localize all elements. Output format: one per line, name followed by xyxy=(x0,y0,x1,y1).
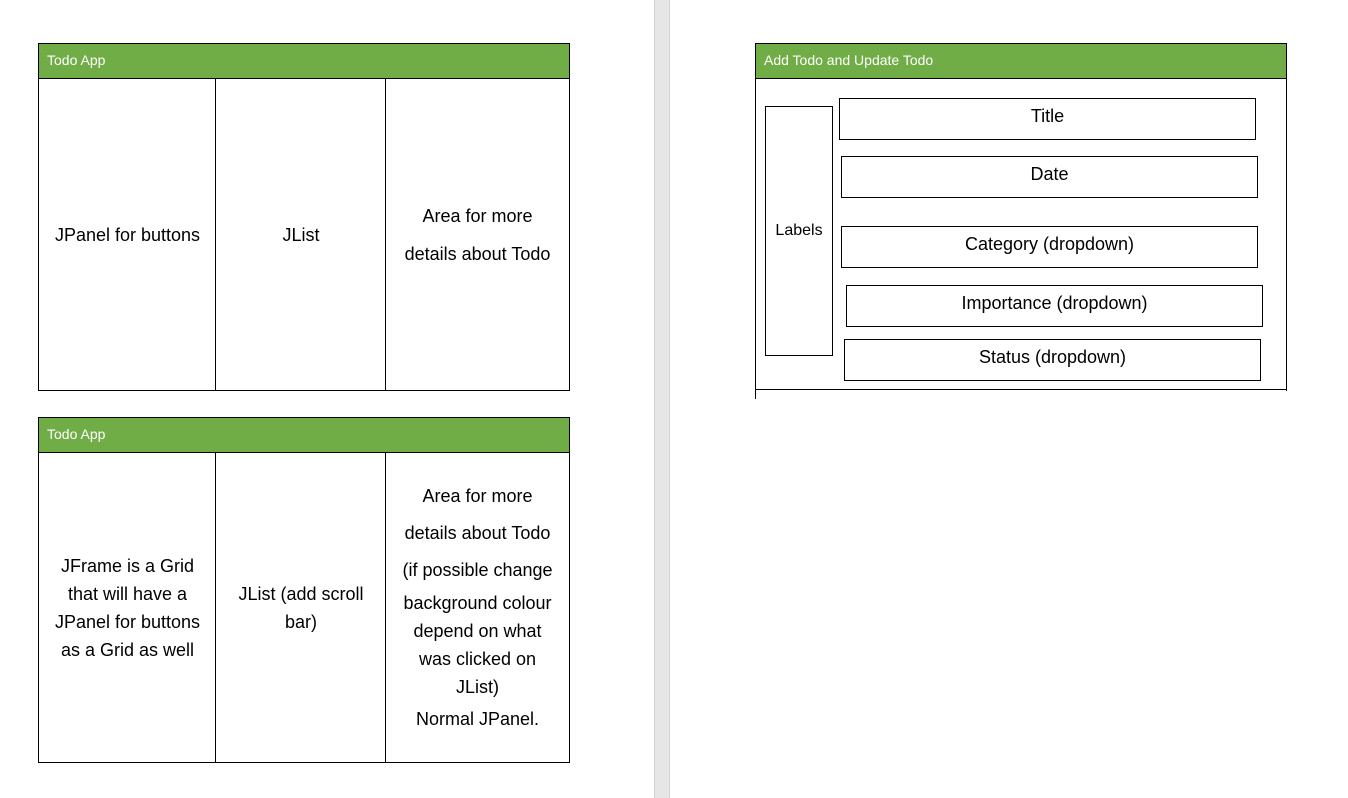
text-line: was clicked on xyxy=(418,648,537,669)
labels-text: Labels xyxy=(775,222,823,239)
date-field: Date xyxy=(841,156,1258,198)
title-field: Title xyxy=(839,98,1256,140)
text-line: details about Todo xyxy=(404,522,551,543)
todo-app-mockup-simple: Todo App JPanel for buttons JList Area f… xyxy=(38,43,570,391)
window-edge-tick xyxy=(755,390,756,399)
document-canvas: Todo App JPanel for buttons JList Area f… xyxy=(0,0,1348,798)
text-line: depend on what xyxy=(413,620,542,641)
text-line: (if possible change xyxy=(402,559,553,580)
todo-app-mockup-detailed: Todo App JFrame is a Grid that will have… xyxy=(38,417,570,763)
text-line: background colour xyxy=(403,592,552,613)
text-line: JPanel for buttons xyxy=(54,611,201,632)
text-line: JFrame is a Grid xyxy=(60,555,195,576)
window-body: JFrame is a Grid that will have a JPanel… xyxy=(39,453,569,762)
buttons-panel-cell: JPanel for buttons xyxy=(39,79,216,390)
jframe-grid-cell: JFrame is a Grid that will have a JPanel… xyxy=(39,453,216,762)
text-line: JList (add scroll xyxy=(238,583,364,604)
jlist-cell: JList xyxy=(215,79,386,390)
text-line: that will have a xyxy=(67,583,188,604)
text-line: Area for more xyxy=(422,205,533,226)
status-dropdown: Status (dropdown) xyxy=(844,339,1261,381)
add-update-todo-mockup: Add Todo and Update Todo Labels Title Da… xyxy=(755,43,1287,391)
text-line: JList) xyxy=(455,676,499,697)
importance-dropdown: Importance (dropdown) xyxy=(846,285,1263,327)
window-title: Add Todo and Update Todo xyxy=(756,44,1286,79)
window-title: Todo App xyxy=(39,44,569,79)
jlist-scroll-cell: JList (add scroll bar) xyxy=(215,453,386,762)
jlist-label: JList xyxy=(282,224,320,245)
text-line: as a Grid as well xyxy=(60,639,195,660)
text-line: bar) xyxy=(284,611,317,632)
page-separator xyxy=(654,0,670,798)
details-area-cell: Area for more details about Todo xyxy=(385,79,569,390)
window-body: JPanel for buttons JList Area for more d… xyxy=(39,79,569,390)
labels-column: Labels xyxy=(765,106,833,356)
jlist-scroll-text: JList (add scroll bar) xyxy=(238,580,363,636)
buttons-panel-label: JPanel for buttons xyxy=(54,224,201,245)
jframe-grid-text: JFrame is a Grid that will have a JPanel… xyxy=(55,552,200,664)
text-line: details about Todo xyxy=(404,243,551,264)
details-area-cell: Area for more details about Todo (if pos… xyxy=(385,453,569,762)
text-line: Normal JPanel. xyxy=(415,708,540,729)
category-dropdown: Category (dropdown) xyxy=(841,226,1258,268)
details-area-text: Area for more details about Todo (if pos… xyxy=(402,478,552,738)
details-area-text: Area for more details about Todo xyxy=(405,197,551,273)
window-title: Todo App xyxy=(39,418,569,453)
text-line: Area for more xyxy=(422,485,533,506)
window-bottom-edge xyxy=(756,389,1287,390)
